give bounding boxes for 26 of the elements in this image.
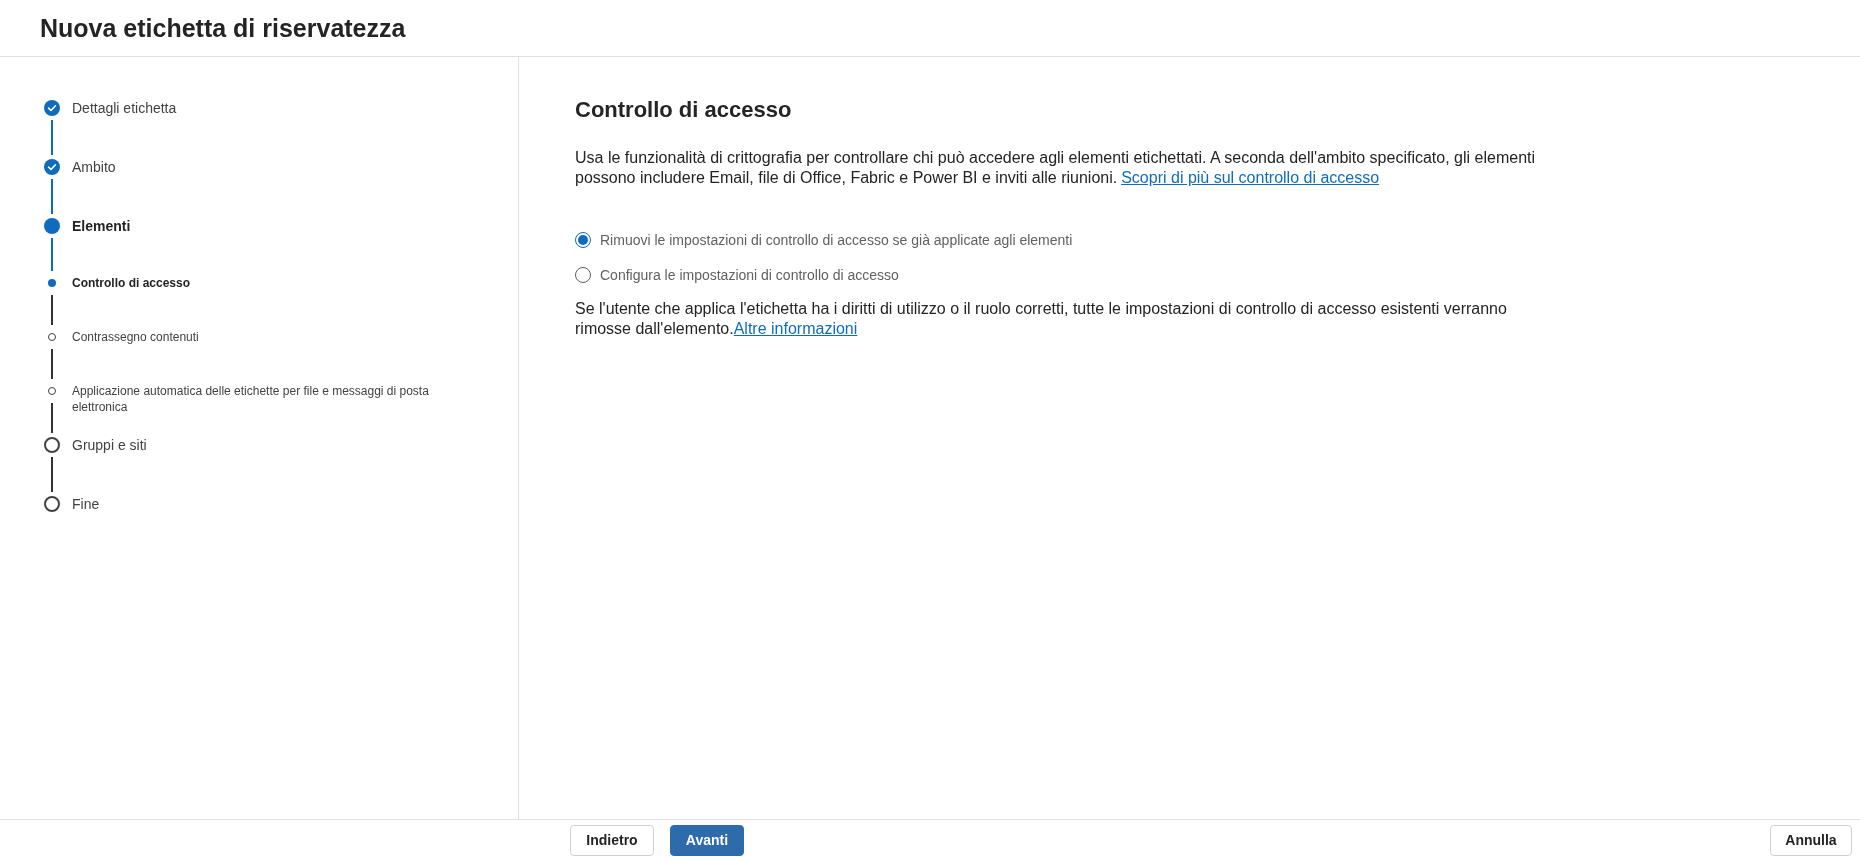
step-label: Elementi [72,217,131,236]
step-label: Gruppi e siti [72,436,147,455]
page-title: Nuova etichetta di riservatezza [40,13,406,44]
section-heading: Controllo di accesso [575,96,792,124]
step-connector [51,403,53,433]
step-label: Controllo di accesso [72,275,191,291]
step-label: Contrassegno contenuti [72,329,199,345]
step-label: Dettagli etichetta [72,99,177,118]
step-connector [51,349,53,379]
step-connector [51,120,53,155]
step-connector [51,179,53,214]
step-connector [51,238,53,271]
step-connector [51,457,53,492]
step-label: Applicazione automatica delle etichette per file e messaggi di posta elettronica [72,383,430,415]
back-button[interactable]: Indietro [570,825,654,856]
info-text: Se l'utente che applica l'etichetta ha i diritti di utilizzo o il ruolo corretti, tutte le impostazioni di controllo di accesso esistenti verranno rimosse dall'elemento.Altre informazioni [575,299,1508,339]
step-label: Ambito [72,158,116,177]
step-connector [51,295,53,325]
learn-more-link[interactable]: Scopri di più sul controllo di accesso [1121,169,1380,186]
description-text: Usa le funzionalità di crittografia per controllare chi può accedere agli elementi etichettati. A seconda dell'ambito specificato, gli elementi possono includere Email, file di Office, Fabric e Power BI e inviti alle riunioni. Scopri di più sul controllo di accesso [575,148,1537,188]
more-info-link[interactable]: Altre informazioni [733,320,858,337]
radio-option[interactable]: Configura le impostazioni di controllo di accesso [575,265,899,285]
step-label: Fine [72,495,100,514]
radio-option[interactable]: Rimuovi le impostazioni di controllo di accesso se già applicate agli elementi [575,230,1073,250]
next-button[interactable]: Avanti [670,825,744,856]
cancel-button[interactable]: Annulla [1770,825,1852,856]
